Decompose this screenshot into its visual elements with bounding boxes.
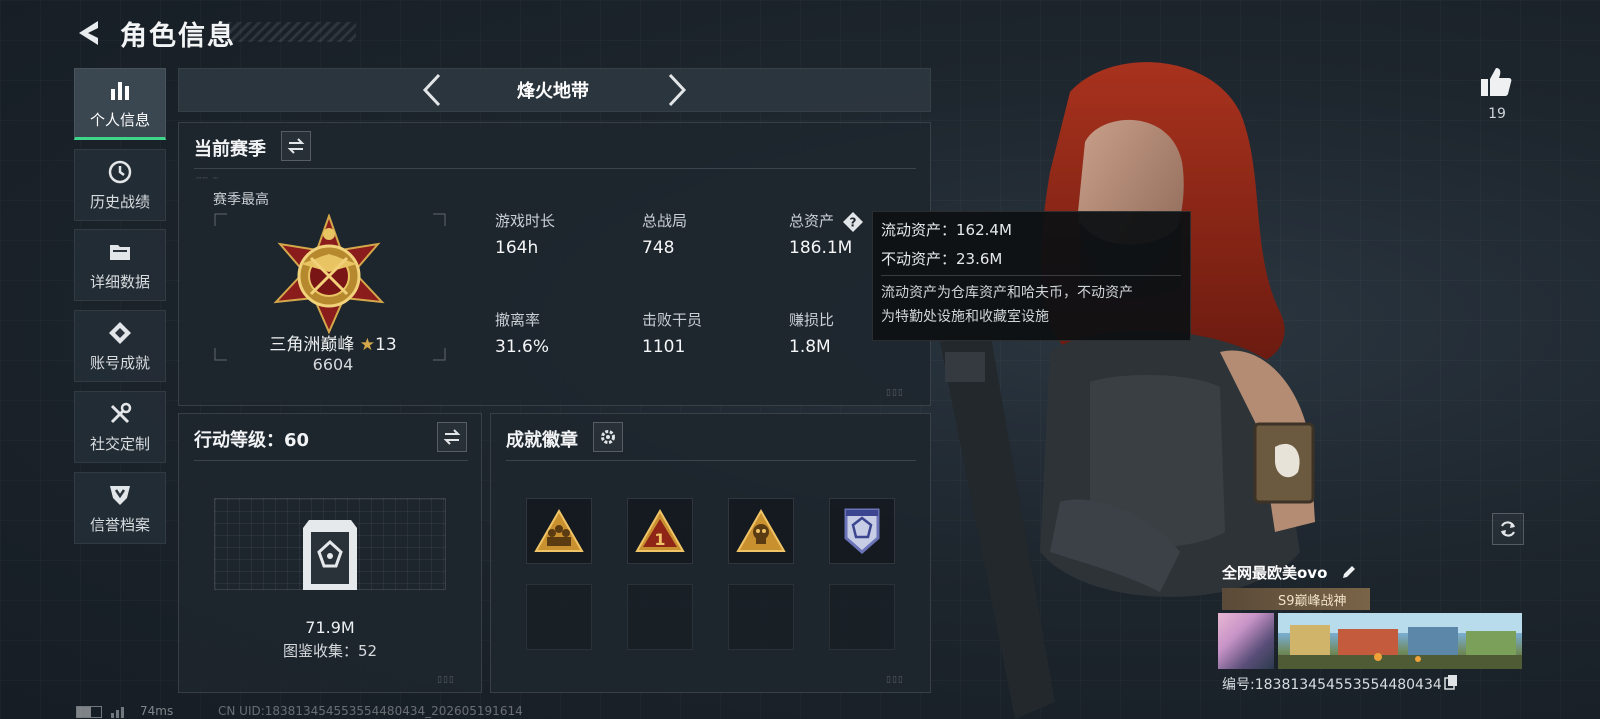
ping-value: 74ms [140,704,174,718]
achievement-slot-empty[interactable] [728,584,794,650]
sidebar-item-social-custom[interactable]: 社交定制 [74,391,166,463]
achievement-slot-empty[interactable] [829,584,895,650]
tooltip-description-line1: 流动资产为仓库资产和哈夫币，不动资产 [881,285,1133,301]
stat-value-total-assets: 186.1M [789,238,853,258]
help-icon[interactable]: ? [842,211,864,233]
history-clock-icon [108,160,132,183]
divider [194,168,916,169]
refresh-button[interactable] [1492,513,1524,545]
stat-label-total-matches: 总战局 [642,212,688,230]
sidebar-item-label: 信誉档案 [89,515,150,534]
achievement-slot-empty[interactable] [627,584,693,650]
sidebar-item-label: 账号成就 [89,353,150,372]
divider [194,460,468,461]
achievement-badge-icon [109,321,131,344]
decoration: ▯▯▯ [437,675,455,685]
edit-pencil-icon[interactable] [1340,563,1358,581]
tooltip-liquid-assets: 流动资产：162.4M [881,221,1012,239]
chevron-right-icon[interactable] [666,72,690,108]
player-name: 全网最欧美ovo [1222,564,1328,582]
folder-icon [110,244,130,260]
achievement-slot[interactable]: 1 [627,498,693,564]
action-level-switch-button[interactable] [437,422,467,452]
achievement-slot[interactable] [829,498,895,564]
gear-icon [601,430,615,444]
rank-emblem-icon [273,214,385,334]
sidebar-item-label: 个人信息 [89,110,150,129]
chevron-left-icon[interactable] [419,72,443,108]
tooltip-description-line2: 为特勤处设施和收藏室设施 [881,309,1049,325]
season-title-tag: S9巅峰战神 [1222,588,1370,610]
achievement-slot-empty[interactable] [526,584,592,650]
achievement-slot[interactable] [526,498,592,564]
stat-label-profit-ratio: 赚损比 [789,311,835,329]
stat-value-profit-ratio: 1.8M [789,337,831,357]
action-level-title: 行动等级：60 [194,430,310,451]
sidebar-item-history[interactable]: 历史战绩 [74,149,166,221]
season-switch-button[interactable] [281,131,311,161]
battery-icon [76,706,102,718]
svg-text:?: ? [850,216,857,230]
stat-label-total-assets: 总资产 [789,212,835,230]
stat-value-playtime: 164h [495,238,539,258]
sidebar-item-label: 历史战绩 [89,192,150,211]
decoration: ┄┄ ┄ [196,174,220,184]
stat-label-playtime: 游戏时长 [495,212,556,230]
achievements-title: 成就徽章 [506,430,578,451]
sidebar-item-detailed-data[interactable]: 详细数据 [74,229,166,301]
skull-badge-icon [736,509,786,552]
rank-stars: 13 [375,335,397,355]
collection-value: 71.9M [305,618,355,637]
tooltip-fixed-assets: 不动资产：23.6M [881,250,1003,268]
star-icon: ★ [359,335,375,355]
banner-scene [1278,613,1522,669]
page-title: 角色信息 [120,21,236,52]
avatar[interactable] [1218,613,1274,669]
rank-name: 三角洲巅峰 [269,335,355,355]
reputation-shield-icon [110,485,130,505]
copy-icon[interactable] [1444,674,1458,690]
uid-text: CN UID:183813454553554480434_20260519161… [218,704,523,718]
thumbs-up-icon[interactable] [1478,64,1514,100]
swap-arrows-icon [287,138,305,154]
svg-text:1: 1 [654,530,665,549]
achievements-settings-button[interactable] [593,422,623,452]
back-arrow-icon[interactable] [74,18,104,48]
rank-one-badge-icon: 1 [635,509,685,552]
stat-label-extraction-rate: 撤离率 [495,311,541,329]
season-best-label: 赛季最高 [213,192,269,208]
season-title-text: S9巅峰战神 [1278,593,1347,609]
swap-arrows-icon [443,429,461,445]
sidebar-item-achievements[interactable]: 账号成就 [74,310,166,382]
sidebar-item-reputation[interactable]: 信誉档案 [74,472,166,544]
mode-label: 烽火地带 [517,81,589,102]
bar-chart-icon [111,81,129,100]
stat-value-extraction-rate: 31.6% [495,337,550,357]
season-panel-title: 当前赛季 [194,139,266,160]
stat-value-kills: 1101 [642,337,686,357]
divider [506,460,916,461]
title-decoration [228,22,356,42]
divider [881,275,1181,276]
sidebar-item-personal-info[interactable]: 个人信息 [74,68,166,140]
rank-score: 6604 [312,355,354,374]
stat-value-total-matches: 748 [642,238,675,258]
squad-badge-icon [534,509,584,552]
sidebar-item-label: 详细数据 [89,272,150,291]
decoration: ▯▯▯ [886,675,904,685]
refresh-icon [1500,521,1516,537]
profile-banner [1278,613,1522,669]
player-id: 编号:183813454553554480434 [1222,677,1442,693]
stat-label-kills: 击败干员 [642,311,703,329]
decoration: ▯▯▯ [886,388,904,398]
signal-icon [111,707,124,718]
sidebar-item-label: 社交定制 [89,434,150,453]
collection-count: 图鉴收集：52 [282,642,378,660]
like-count: 19 [1488,106,1506,122]
tools-icon [110,402,132,423]
rank-name-row: 三角洲巅峰 ★13 [253,330,413,355]
shield-emblem-badge-icon [844,508,880,554]
achievement-slot[interactable] [728,498,794,564]
collection-cabinet-icon[interactable] [299,518,361,592]
